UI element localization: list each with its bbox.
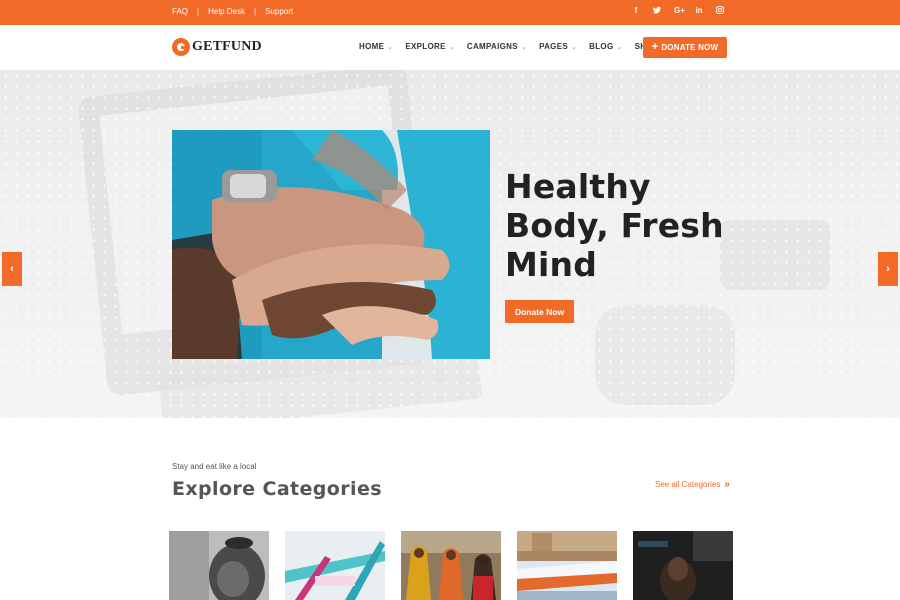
nav-explore-label: EXPLORE — [405, 42, 446, 51]
chevron-right-icon: › — [886, 263, 890, 275]
see-all-categories-link[interactable]: See all Categories » — [655, 479, 730, 490]
hero-slider: Healthy Body, Fresh Mind Donate Now ‹ › — [0, 70, 900, 418]
donate-now-button[interactable]: + DONATE NOW — [643, 37, 727, 58]
main-nav: HOME⌄ EXPLORE⌄ CAMPAIGNS⌄ PAGES⌄ BLOG⌄ S… — [359, 42, 668, 51]
support-link[interactable]: Support — [265, 7, 293, 16]
instagram-icon[interactable] — [716, 6, 724, 16]
chevron-down-icon: ⌄ — [616, 43, 623, 51]
help-desk-link[interactable]: Help Desk — [208, 7, 245, 16]
hero-title: Healthy Body, Fresh Mind — [505, 167, 724, 284]
donate-now-label: DONATE NOW — [661, 43, 719, 52]
nav-explore[interactable]: EXPLORE ⌄ — [405, 42, 455, 51]
hero-image — [172, 130, 490, 359]
twitter-icon[interactable] — [653, 6, 661, 16]
main-header: GETFUND HOME ⌄ EXPLORE ⌄ CAMPAIGNS ⌄ PAGES ⌄… — [0, 25, 900, 70]
category-image — [517, 531, 617, 600]
category-card[interactable] — [401, 531, 501, 600]
top-bar: FAQ | Help Desk | Support f G+ in — [0, 0, 900, 25]
categories-title: Explore Categories — [172, 478, 382, 500]
nav-home-label: HOME — [359, 42, 385, 51]
hero-donate-button[interactable]: Donate Now — [505, 300, 574, 323]
chevron-left-icon: ‹ — [10, 263, 14, 275]
category-card[interactable] — [169, 531, 269, 600]
slider-next-button[interactable]: › — [878, 252, 898, 286]
logo-text: GETFUND — [192, 39, 262, 54]
category-image — [401, 531, 501, 600]
category-card[interactable] — [633, 531, 733, 600]
nav-campaigns[interactable]: CAMPAIGNS ⌄ — [467, 42, 527, 51]
stacked-hands-image — [172, 130, 490, 359]
social-links: f G+ in — [632, 6, 724, 16]
category-image — [285, 531, 385, 600]
category-card[interactable] — [285, 531, 385, 600]
category-card[interactable] — [517, 531, 617, 600]
see-all-label: See all Categories — [655, 480, 721, 489]
nav-campaigns-label: CAMPAIGNS — [466, 42, 518, 51]
logo-icon — [172, 38, 190, 56]
nav-pages-label: PAGES — [539, 42, 568, 51]
linkedin-icon[interactable]: in — [695, 6, 703, 16]
plus-icon: + — [651, 41, 659, 53]
chevron-down-icon: ⌄ — [570, 43, 578, 51]
google-plus-icon[interactable]: G+ — [674, 6, 685, 16]
separator: | — [254, 7, 257, 16]
chevron-down-icon: ⌄ — [448, 43, 455, 51]
chevron-down-icon: ⌄ — [520, 43, 528, 51]
nav-blog[interactable]: BLOG ⌄ — [589, 42, 622, 51]
category-image — [633, 531, 733, 600]
facebook-icon[interactable]: f — [632, 6, 640, 16]
double-chevron-right-icon: » — [724, 479, 730, 490]
category-image — [169, 531, 269, 600]
nav-pages[interactable]: PAGES ⌄ — [539, 42, 577, 51]
categories-subtitle: Stay and eat like a local — [172, 462, 257, 471]
nav-home[interactable]: HOME ⌄ — [359, 42, 393, 51]
faq-link[interactable]: FAQ — [172, 7, 188, 16]
nav-blog-label: BLOG — [589, 42, 614, 51]
separator: | — [197, 7, 200, 16]
top-links: FAQ | Help Desk | Support — [172, 7, 293, 16]
slider-prev-button[interactable]: ‹ — [2, 252, 22, 286]
chevron-down-icon: ⌄ — [387, 43, 394, 51]
logo[interactable]: GETFUND — [172, 38, 262, 56]
category-cards — [169, 531, 733, 600]
